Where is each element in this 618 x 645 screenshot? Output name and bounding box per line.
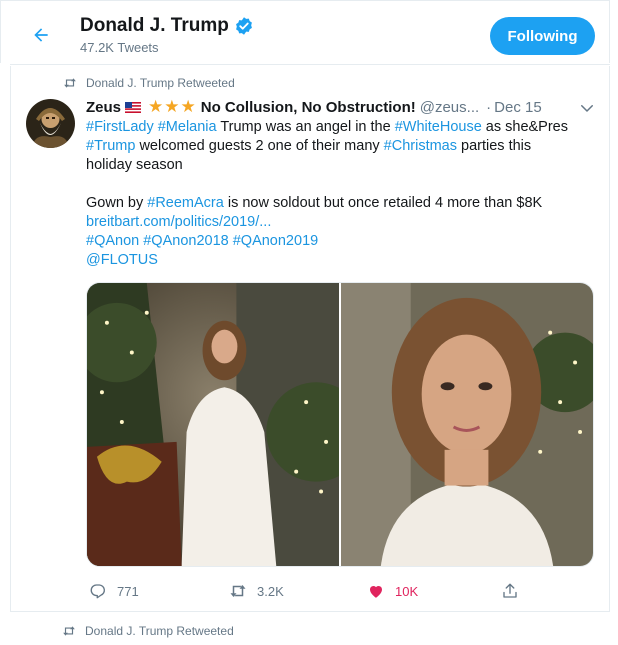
- tweet-text-fragment: parties this: [457, 138, 532, 154]
- tweet-text-fragment: is now soldout but once retailed 4 more …: [223, 195, 543, 211]
- retweet-context-text: Donald J. Trump Retweeted: [85, 624, 234, 638]
- tweet-actions: 771 3.2K 10K: [89, 582, 529, 604]
- share-icon: [503, 583, 517, 598]
- retweet-action[interactable]: 3.2K: [229, 582, 284, 600]
- retweet-icon: [230, 585, 246, 597]
- tweet-text: #FirstLady #Melania Trump was an angel i…: [86, 118, 596, 270]
- divider: [10, 64, 610, 65]
- author-handle[interactable]: @zeus...: [420, 99, 479, 116]
- reply-icon: [90, 584, 105, 599]
- tweet-count: 47.2K Tweets: [80, 40, 159, 55]
- hashtag-link[interactable]: #ReemAcra: [147, 195, 224, 211]
- profile-name: Donald J. Trump: [80, 15, 254, 37]
- share-action[interactable]: [501, 582, 519, 600]
- hashtag-link[interactable]: #FirstLady: [86, 119, 154, 135]
- tweet-text-fragment: Gown by: [86, 195, 148, 211]
- hashtag-link[interactable]: #Christmas: [384, 138, 457, 154]
- retweet-context-text: Donald J. Trump Retweeted: [86, 76, 235, 90]
- retweet-context: Donald J. Trump Retweeted: [62, 624, 234, 638]
- profile-header: Donald J. Trump 47.2K Tweets Following: [0, 0, 610, 63]
- hashtags-line[interactable]: #QAnon #QAnon2018 #QAnon2019: [86, 233, 318, 249]
- reply-count: 771: [117, 583, 139, 599]
- like-action[interactable]: 10K: [367, 582, 418, 600]
- heart-filled-icon: [370, 586, 382, 598]
- author-name[interactable]: Zeus: [86, 99, 121, 116]
- tweet-text-line: holiday season: [86, 157, 183, 173]
- hashtag-link[interactable]: #Trump: [86, 138, 135, 154]
- tweet-header: Zeus ★★★ No Collusion, No Obstruction! @…: [86, 97, 596, 117]
- tweet-text-fragment: as she&Pres: [481, 119, 569, 135]
- divider: [10, 611, 610, 612]
- hashtag-link[interactable]: #WhiteHouse: [395, 119, 482, 135]
- stars-icon: ★★★: [148, 97, 197, 116]
- tweet-media: [86, 282, 594, 567]
- retweet-count: 3.2K: [257, 583, 284, 599]
- tweet-text-line: #Trump welcomed guests 2 one of their ma…: [86, 137, 596, 156]
- like-count: 10K: [395, 583, 419, 599]
- tweet[interactable]: Donald J. Trump Retweeted Zeus ★★★ No Co…: [10, 66, 610, 611]
- profile-name-text: Donald J. Trump: [80, 15, 229, 36]
- tweet-date[interactable]: Dec 15: [494, 99, 542, 116]
- retweet-small-icon: [64, 78, 76, 88]
- mention-link[interactable]: @FLOTUS: [86, 252, 158, 268]
- url-link[interactable]: breitbart.com/politics/2019/...: [86, 214, 271, 230]
- retweet-context: Donald J. Trump Retweeted: [63, 76, 235, 90]
- tweet-text-line: Gown by #ReemAcra is now soldout but onc…: [86, 194, 596, 213]
- avatar[interactable]: [26, 99, 75, 148]
- back-arrow-icon[interactable]: [29, 23, 53, 47]
- tweet-text-line: #FirstLady #Melania Trump was an angel i…: [86, 118, 596, 137]
- us-flag-icon: [125, 101, 142, 113]
- tweet-text-fragment: Trump was an angel in the: [216, 119, 395, 135]
- tweet-text-fragment: welcomed guests 2 one of their many: [135, 138, 384, 154]
- reply-action[interactable]: 771: [89, 582, 139, 600]
- following-button[interactable]: Following: [490, 17, 595, 55]
- tweet-content: Zeus ★★★ No Collusion, No Obstruction! @…: [86, 97, 596, 270]
- tweet-photo[interactable]: [87, 283, 339, 566]
- author-name-suffix: No Collusion, No Obstruction!: [200, 98, 416, 116]
- verified-badge-icon: [234, 16, 254, 36]
- chevron-down-icon[interactable]: [578, 99, 596, 117]
- separator-dot: ·: [486, 98, 492, 116]
- retweet-small-icon: [63, 626, 75, 636]
- hashtag-link[interactable]: #Melania: [158, 119, 217, 135]
- tweet-photo[interactable]: [341, 283, 593, 566]
